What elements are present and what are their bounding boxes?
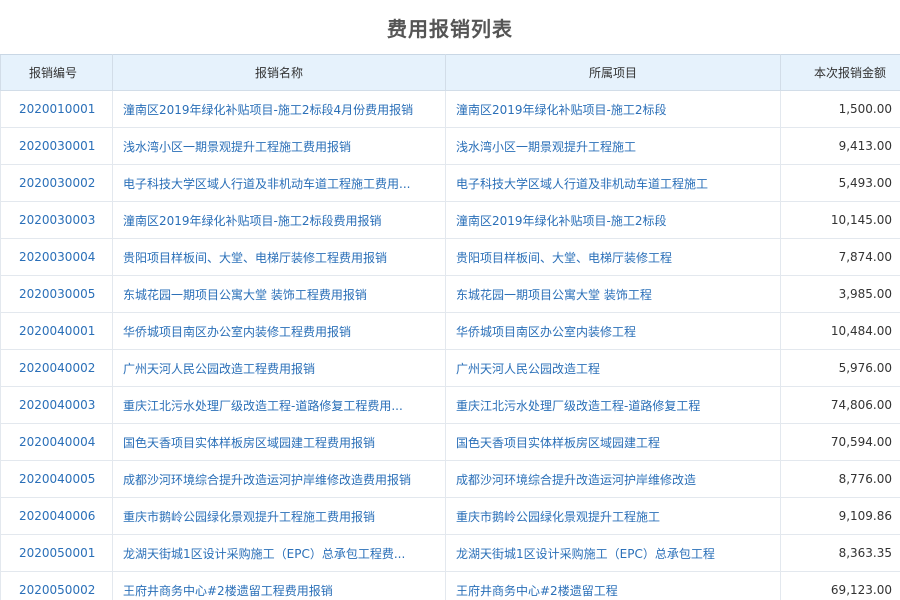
expense-name-link[interactable]: 潼南区2019年绿化补贴项目-施工2标段4月份费用报销	[112, 90, 446, 128]
expense-name-link[interactable]: 电子科技大学区域人行道及非机动车道工程施工费用...	[112, 164, 446, 202]
amount-cell: 5,976.00	[780, 349, 900, 387]
column-header-number[interactable]: 报销编号	[0, 54, 113, 91]
table-row[interactable]: 2020040001 华侨城项目南区办公室内装修工程费用报销 华侨城项目南区办公室内…	[0, 312, 900, 350]
expense-name-link[interactable]: 龙湖天街城1区设计采购施工（EPC）总承包工程费...	[112, 534, 446, 572]
expense-name-link[interactable]: 东城花园一期项目公寓大堂 装饰工程费用报销	[112, 275, 446, 313]
expense-name-link[interactable]: 浅水湾小区一期景观提升工程施工费用报销	[112, 127, 446, 165]
project-name-link[interactable]: 华侨城项目南区办公室内装修工程	[445, 312, 781, 350]
amount-cell: 70,594.00	[780, 423, 900, 461]
column-header-project[interactable]: 所属项目	[445, 54, 781, 91]
table-header: 报销编号 报销名称 所属项目 本次报销金额	[0, 54, 900, 91]
expense-number-cell[interactable]: 2020030004	[0, 238, 113, 276]
amount-cell: 3,985.00	[780, 275, 900, 313]
expense-name-link[interactable]: 王府井商务中心#2楼遗留工程费用报销	[112, 571, 446, 600]
amount-cell: 1,500.00	[780, 90, 900, 128]
table-row[interactable]: 2020040004 国色天香项目实体样板房区域园建工程费用报销 国色天香项目实体样…	[0, 423, 900, 461]
amount-cell: 8,776.00	[780, 460, 900, 498]
table-row[interactable]: 2020030004 贵阳项目样板间、大堂、电梯厅装修工程费用报销 贵阳项目样板间、…	[0, 238, 900, 276]
expense-number-cell[interactable]: 2020040002	[0, 349, 113, 387]
table-row[interactable]: 2020030002 电子科技大学区域人行道及非机动车道工程施工费用... 电子科技…	[0, 164, 900, 202]
expense-number-cell[interactable]: 2020040004	[0, 423, 113, 461]
page: 费用报销列表 报销编号 报销名称 所属项目 本次报销金额 2020010001 潼…	[0, 0, 900, 600]
project-name-link[interactable]: 成都沙河环境综合提升改造运河护岸维修改造	[445, 460, 781, 498]
expense-number-cell[interactable]: 2020030005	[0, 275, 113, 313]
amount-cell: 8,363.35	[780, 534, 900, 572]
expense-name-link[interactable]: 潼南区2019年绿化补贴项目-施工2标段费用报销	[112, 201, 446, 239]
expense-number-cell[interactable]: 2020050002	[0, 571, 113, 600]
amount-cell: 74,806.00	[780, 386, 900, 424]
expense-name-link[interactable]: 成都沙河环境综合提升改造运河护岸维修改造费用报销	[112, 460, 446, 498]
expense-number-cell[interactable]: 2020050001	[0, 534, 113, 572]
table-row[interactable]: 2020010001 潼南区2019年绿化补贴项目-施工2标段4月份费用报销 潼南区…	[0, 90, 900, 128]
table-row[interactable]: 2020050002 王府井商务中心#2楼遗留工程费用报销 王府井商务中心#2楼遗留…	[0, 571, 900, 600]
table-row[interactable]: 2020030003 潼南区2019年绿化补贴项目-施工2标段费用报销 潼南区201…	[0, 201, 900, 239]
expense-name-link[interactable]: 华侨城项目南区办公室内装修工程费用报销	[112, 312, 446, 350]
amount-cell: 10,484.00	[780, 312, 900, 350]
table-row[interactable]: 2020030001 浅水湾小区一期景观提升工程施工费用报销 浅水湾小区一期景观提升…	[0, 127, 900, 165]
expense-number-cell[interactable]: 2020040006	[0, 497, 113, 535]
expense-number-cell[interactable]: 2020040005	[0, 460, 113, 498]
expense-number-cell[interactable]: 2020040001	[0, 312, 113, 350]
project-name-link[interactable]: 浅水湾小区一期景观提升工程施工	[445, 127, 781, 165]
column-header-name[interactable]: 报销名称	[112, 54, 446, 91]
amount-cell: 9,109.86	[780, 497, 900, 535]
table-header-row: 报销编号 报销名称 所属项目 本次报销金额	[0, 54, 900, 91]
project-name-link[interactable]: 国色天香项目实体样板房区域园建工程	[445, 423, 781, 461]
table-row[interactable]: 2020040002 广州天河人民公园改造工程费用报销 广州天河人民公园改造工程 5,…	[0, 349, 900, 387]
project-name-link[interactable]: 重庆江北污水处理厂级改造工程-道路修复工程	[445, 386, 781, 424]
amount-cell: 5,493.00	[780, 164, 900, 202]
table-row[interactable]: 2020040003 重庆江北污水处理厂级改造工程-道路修复工程费用... 重庆江北…	[0, 386, 900, 424]
table-row[interactable]: 2020050001 龙湖天街城1区设计采购施工（EPC）总承包工程费... 龙湖天…	[0, 534, 900, 572]
project-name-link[interactable]: 龙湖天街城1区设计采购施工（EPC）总承包工程	[445, 534, 781, 572]
expense-number-cell[interactable]: 2020030001	[0, 127, 113, 165]
project-name-link[interactable]: 王府井商务中心#2楼遗留工程	[445, 571, 781, 600]
amount-cell: 9,413.00	[780, 127, 900, 165]
expense-number-cell[interactable]: 2020010001	[0, 90, 113, 128]
column-header-amount[interactable]: 本次报销金额	[780, 54, 900, 91]
project-name-link[interactable]: 潼南区2019年绿化补贴项目-施工2标段	[445, 201, 781, 239]
project-name-link[interactable]: 电子科技大学区域人行道及非机动车道工程施工	[445, 164, 781, 202]
expense-name-link[interactable]: 重庆江北污水处理厂级改造工程-道路修复工程费用...	[112, 386, 446, 424]
project-name-link[interactable]: 东城花园一期项目公寓大堂 装饰工程	[445, 275, 781, 313]
table-row[interactable]: 2020030005 东城花园一期项目公寓大堂 装饰工程费用报销 东城花园一期项目公…	[0, 275, 900, 313]
table-body: 2020010001 潼南区2019年绿化补贴项目-施工2标段4月份费用报销 潼南区…	[0, 90, 900, 600]
expense-name-link[interactable]: 广州天河人民公园改造工程费用报销	[112, 349, 446, 387]
expense-number-cell[interactable]: 2020030002	[0, 164, 113, 202]
expense-name-link[interactable]: 国色天香项目实体样板房区域园建工程费用报销	[112, 423, 446, 461]
amount-cell: 10,145.00	[780, 201, 900, 239]
page-title: 费用报销列表	[387, 17, 513, 41]
table-row[interactable]: 2020040006 重庆市鹅岭公园绿化景观提升工程施工费用报销 重庆市鹅岭公园绿化…	[0, 497, 900, 535]
project-name-link[interactable]: 广州天河人民公园改造工程	[445, 349, 781, 387]
expense-name-link[interactable]: 重庆市鹅岭公园绿化景观提升工程施工费用报销	[112, 497, 446, 535]
expense-table: 报销编号 报销名称 所属项目 本次报销金额 2020010001 潼南区2019年…	[0, 54, 900, 600]
expense-number-cell[interactable]: 2020040003	[0, 386, 113, 424]
project-name-link[interactable]: 潼南区2019年绿化补贴项目-施工2标段	[445, 90, 781, 128]
expense-name-link[interactable]: 贵阳项目样板间、大堂、电梯厅装修工程费用报销	[112, 238, 446, 276]
table-row[interactable]: 2020040005 成都沙河环境综合提升改造运河护岸维修改造费用报销 成都沙河环境…	[0, 460, 900, 498]
expense-number-cell[interactable]: 2020030003	[0, 201, 113, 239]
amount-cell: 69,123.00	[780, 571, 900, 600]
amount-cell: 7,874.00	[780, 238, 900, 276]
project-name-link[interactable]: 重庆市鹅岭公园绿化景观提升工程施工	[445, 497, 781, 535]
project-name-link[interactable]: 贵阳项目样板间、大堂、电梯厅装修工程	[445, 238, 781, 276]
